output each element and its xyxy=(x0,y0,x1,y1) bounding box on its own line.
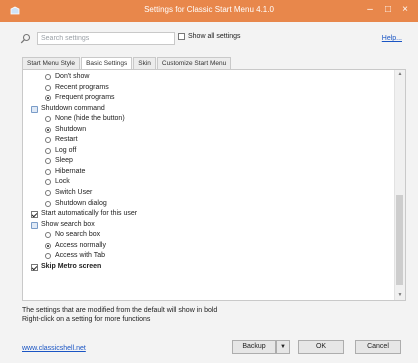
setting-label: No search box xyxy=(55,231,101,239)
setting-row-shutdown[interactable]: Shutdown xyxy=(23,125,395,136)
setting-label: Don't show xyxy=(55,73,90,80)
footer-note-line1: The settings that are modified from the … xyxy=(22,307,218,314)
setting-row-shutdown-dialog[interactable]: Shutdown dialog xyxy=(23,199,395,210)
setting-label: Sleep xyxy=(55,157,73,165)
ok-button[interactable]: OK xyxy=(298,340,344,354)
setting-label: Shutdown dialog xyxy=(55,199,107,207)
scroll-down-icon[interactable]: ▼ xyxy=(395,291,405,300)
scroll-up-icon[interactable]: ▲ xyxy=(395,70,405,79)
title-bar: Settings for Classic Start Menu 4.1.0 – … xyxy=(0,0,418,22)
setting-label: Start automatically for this user xyxy=(41,210,138,218)
setting-row-start-automatically[interactable]: Start automatically for this user xyxy=(23,209,395,220)
radio-recent-programs[interactable] xyxy=(45,84,51,91)
setting-row-skip-metro-screen[interactable]: Skip Metro screen xyxy=(23,262,395,273)
website-link[interactable]: www.classicshell.net xyxy=(22,345,86,352)
setting-label: Shutdown xyxy=(55,125,87,133)
backup-dropdown-icon[interactable]: ▼ xyxy=(276,340,290,354)
radio-restart[interactable] xyxy=(45,137,51,144)
radio-log-off[interactable] xyxy=(45,147,51,154)
setting-row-frequent-programs[interactable]: Frequent programs xyxy=(23,93,395,104)
search-icon xyxy=(20,33,31,44)
setting-label: Show search box xyxy=(41,220,95,228)
radio-access-normally[interactable] xyxy=(45,242,51,249)
settings-panel: Don't show Recent programs Frequent progra… xyxy=(22,69,406,301)
setting-label: Switch User xyxy=(55,189,93,197)
search-row: Show all settings Help... xyxy=(0,31,418,47)
setting-row-log-off[interactable]: Log off xyxy=(23,146,395,157)
setting-label: Shutdown command xyxy=(41,104,105,112)
setting-row-sleep[interactable]: Sleep xyxy=(23,156,395,167)
minimize-icon[interactable]: – xyxy=(362,3,378,17)
setting-label: Recent programs xyxy=(55,83,109,91)
footer-note-line2: Right-click on a setting for more functi… xyxy=(22,316,151,323)
settings-list: Don't show Recent programs Frequent progra… xyxy=(23,72,395,272)
radio-shutdown[interactable] xyxy=(45,126,51,133)
checkbox-start-automatically[interactable] xyxy=(31,211,38,219)
setting-label: Frequent programs xyxy=(55,94,115,102)
search-input[interactable] xyxy=(37,32,175,45)
radio-none[interactable] xyxy=(45,116,51,123)
radio-sleep[interactable] xyxy=(45,158,51,165)
tab-customize-start-menu[interactable]: Customize Start Menu xyxy=(156,57,232,69)
setting-row-switch-user[interactable]: Switch User xyxy=(23,188,395,199)
scrollbar-thumb[interactable] xyxy=(396,195,403,285)
setting-row-access-normally[interactable]: Access normally xyxy=(23,241,395,252)
radio-no-search-box[interactable] xyxy=(45,232,51,239)
tab-bar: Start Menu Style Basic Settings Skin Cus… xyxy=(22,57,232,70)
setting-label: Lock xyxy=(55,178,70,186)
settings-group-icon xyxy=(31,221,38,229)
close-icon[interactable]: × xyxy=(397,3,413,17)
tab-start-menu-style[interactable]: Start Menu Style xyxy=(22,57,81,69)
setting-label: Restart xyxy=(55,136,78,144)
setting-label: Log off xyxy=(55,146,77,154)
setting-row-lock[interactable]: Lock xyxy=(23,177,395,188)
radio-shutdown-dialog[interactable] xyxy=(45,200,51,207)
radio-access-with-tab[interactable] xyxy=(45,253,51,260)
radio-hibernate[interactable] xyxy=(45,168,51,175)
cancel-button[interactable]: Cancel xyxy=(355,340,401,354)
setting-row-show-search-box[interactable]: Show search box xyxy=(23,220,395,231)
setting-label: Access with Tab xyxy=(55,252,106,260)
checkbox-skip-metro-screen[interactable] xyxy=(31,263,38,271)
window-title: Settings for Classic Start Menu 4.1.0 xyxy=(144,5,274,14)
show-all-settings-checkbox[interactable]: Show all settings xyxy=(178,33,241,40)
help-link[interactable]: Help... xyxy=(382,35,402,42)
setting-label: Hibernate xyxy=(55,167,86,175)
setting-row-dont-show[interactable]: Don't show xyxy=(23,72,395,83)
radio-lock[interactable] xyxy=(45,179,51,186)
setting-row-no-search-box[interactable]: No search box xyxy=(23,230,395,241)
backup-button[interactable]: Backup xyxy=(232,340,276,354)
setting-label: Access normally xyxy=(55,241,106,249)
footer-note: The settings that are modified from the … xyxy=(22,306,217,324)
show-all-label: Show all settings xyxy=(188,33,241,40)
vertical-scrollbar[interactable]: ▲ ▼ xyxy=(394,70,405,300)
setting-row-restart[interactable]: Restart xyxy=(23,135,395,146)
setting-row-shutdown-command[interactable]: Shutdown command xyxy=(23,104,395,115)
tab-skin[interactable]: Skin xyxy=(133,57,156,69)
radio-dont-show[interactable] xyxy=(45,74,51,80)
show-all-checkbox-box[interactable] xyxy=(178,33,185,40)
radio-frequent-programs[interactable] xyxy=(45,95,51,102)
setting-row-none[interactable]: None (hide the button) xyxy=(23,114,395,125)
setting-label: None (hide the button) xyxy=(55,115,125,123)
maximize-icon[interactable]: □ xyxy=(380,3,396,17)
setting-row-hibernate[interactable]: Hibernate xyxy=(23,167,395,178)
setting-row-recent-programs[interactable]: Recent programs xyxy=(23,83,395,94)
settings-group-icon xyxy=(31,105,38,113)
setting-row-access-with-tab[interactable]: Access with Tab xyxy=(23,251,395,262)
radio-switch-user[interactable] xyxy=(45,190,51,197)
setting-label: Skip Metro screen xyxy=(41,262,102,270)
